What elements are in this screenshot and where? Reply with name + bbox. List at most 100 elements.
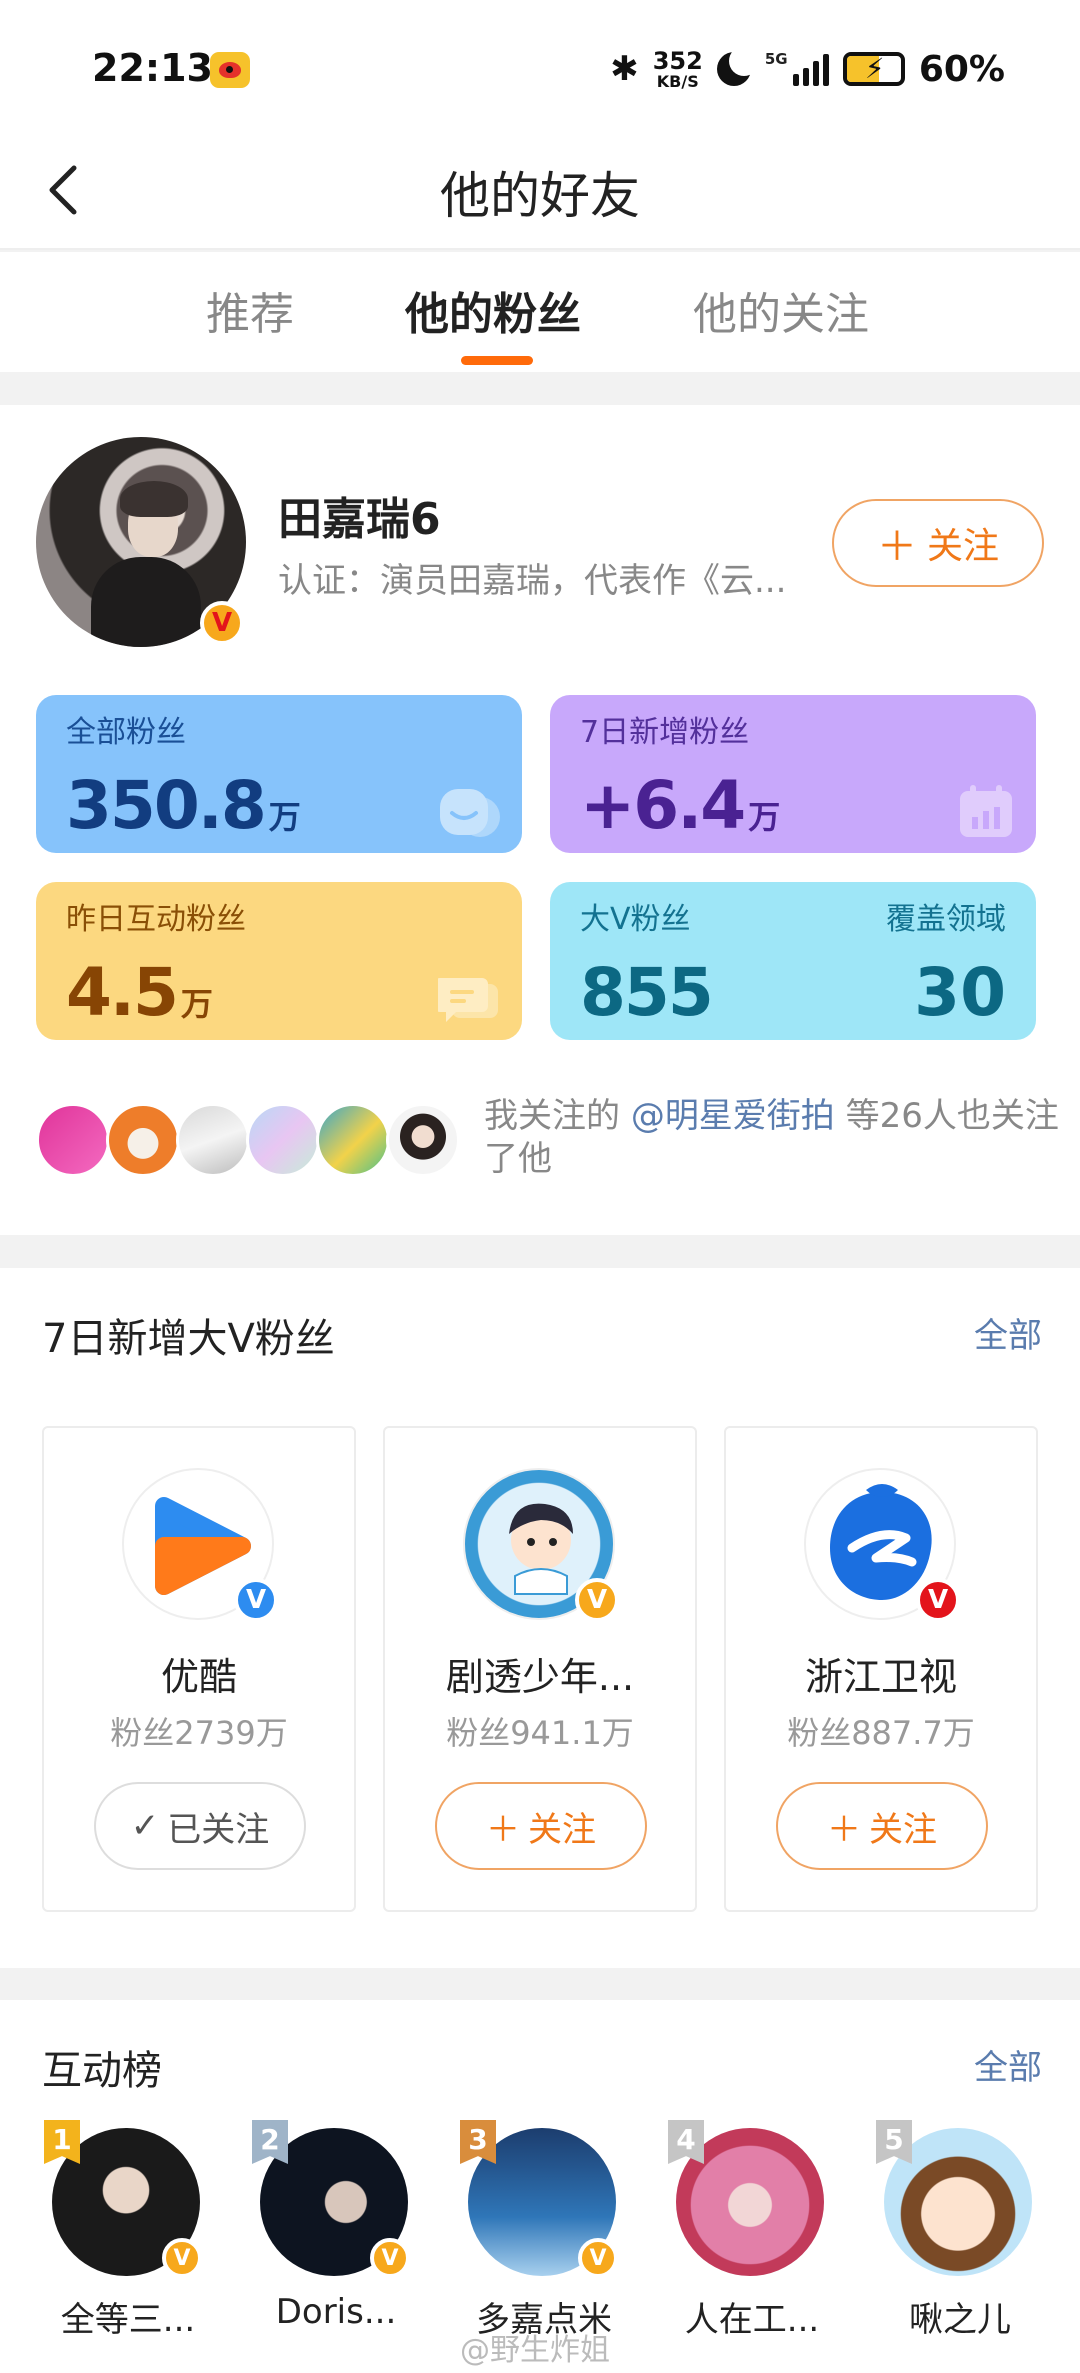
stat-value: 350.8 万: [66, 767, 301, 844]
stat-value-coverage: 30: [914, 954, 1006, 1031]
signal-icon: 5G: [764, 50, 829, 86]
followed-button[interactable]: ✓ 已关注: [94, 1782, 306, 1870]
follow-button[interactable]: ＋ 关注: [435, 1782, 647, 1870]
rank-item[interactable]: 1 V 全等三...: [38, 2120, 218, 2360]
status-indicators: ✱ 352 KB/S 5G ⚡ 60%: [610, 44, 1005, 94]
verified-badge-icon: V: [578, 2238, 618, 2278]
stat-number: 4.5: [66, 954, 179, 1031]
page-title: 他的好友: [440, 167, 640, 225]
bigv-name: 优酷: [160, 1655, 237, 1699]
mention-link[interactable]: @明星爱街拍: [631, 1096, 835, 1136]
avatar: [36, 1103, 110, 1177]
stat-number: +6.4: [580, 767, 746, 844]
bigv-card[interactable]: V 剧透少年... 粉丝941.1万 ＋ 关注: [383, 1426, 697, 1912]
bigv-name: 浙江卫视: [804, 1655, 957, 1699]
tab-recommend[interactable]: 推荐: [206, 278, 294, 342]
rank-item[interactable]: 2 V Doris...: [246, 2120, 426, 2360]
follow-button[interactable]: ＋ 关注: [832, 499, 1044, 587]
stat-value: 4.5 万: [66, 954, 213, 1031]
battery-icon: ⚡: [842, 52, 905, 86]
watermark: @野生炸姐: [460, 2333, 610, 2368]
smile-chat-icon: [440, 789, 500, 837]
plus-icon: ＋: [486, 1809, 520, 1850]
section-title: 7日新增大V粉丝: [42, 1316, 335, 1362]
active-tab-indicator: [461, 356, 533, 365]
calendar-chart-icon: [960, 785, 1012, 837]
follow-button[interactable]: ＋ 关注: [776, 1782, 988, 1870]
profile-name[interactable]: 田嘉瑞6: [278, 483, 441, 547]
stat-new-fans-7d[interactable]: 7日新增粉丝 +6.4 万: [550, 695, 1036, 853]
rank-name: 全等三...: [60, 2300, 196, 2340]
weibo-notification-icon: [210, 52, 250, 88]
avatar: [176, 1103, 250, 1177]
rank-badge: 1: [44, 2120, 80, 2164]
new-bigv-fans-section: 7日新增大V粉丝 全部 V 优酷 粉丝2739万 ✓ 已关注 V 剧透少年...: [0, 1268, 1080, 1968]
stat-number: 350.8: [66, 767, 267, 844]
status-time: 22:13: [92, 46, 213, 90]
stat-label: 大V粉丝: [580, 902, 691, 937]
plus-icon: ＋: [827, 1809, 861, 1850]
stat-yesterday-interactive-fans[interactable]: 昨日互动粉丝 4.5 万: [36, 882, 522, 1040]
stat-bigv-fans[interactable]: 大V粉丝 855 覆盖领域 30: [550, 882, 1036, 1040]
stat-unit: 万: [180, 985, 213, 1023]
rank-item[interactable]: 5 啾之儿: [870, 2120, 1050, 2360]
verified-badge-icon: V: [370, 2238, 410, 2278]
stat-all-fans[interactable]: 全部粉丝 350.8 万: [36, 695, 522, 853]
stat-unit: 万: [748, 798, 781, 836]
mutual-followers-text: 我关注的 @明星爱街拍 等26人也关注了他: [484, 1095, 1064, 1181]
rank-item[interactable]: 4 人在工...: [662, 2120, 842, 2360]
battery-percent: 60%: [918, 48, 1005, 90]
bluetooth-icon: ✱: [610, 49, 639, 89]
rank-badge: 3: [460, 2120, 496, 2164]
tab-his-following[interactable]: 他的关注: [693, 278, 869, 342]
rank-name: 人在工...: [684, 2300, 820, 2340]
avatar: [316, 1103, 390, 1177]
rank-name: Doris...: [275, 2292, 397, 2332]
verified-badge-icon: V: [200, 601, 244, 645]
avatar: [246, 1103, 320, 1177]
rank-badge: 5: [876, 2120, 912, 2164]
tab-bar: 推荐 他的粉丝 他的关注: [0, 252, 1080, 372]
mutual-followers[interactable]: 我关注的 @明星爱街拍 等26人也关注了他: [36, 1093, 1059, 1193]
verified-badge-icon: V: [234, 1578, 278, 1622]
verified-badge-icon: V: [575, 1578, 619, 1622]
checkmark-icon: ✓: [130, 1806, 160, 1846]
status-bar: 22:13 ✱ 352 KB/S 5G ⚡ 60%: [0, 0, 1080, 130]
view-all-link[interactable]: 全部: [974, 2040, 1042, 2089]
follow-button-label: 关注: [926, 526, 999, 567]
do-not-disturb-icon: [716, 46, 759, 86]
view-all-link[interactable]: 全部: [974, 1308, 1042, 1357]
stat-label: 7日新增粉丝: [580, 715, 750, 750]
rank-item[interactable]: 3 V 多嘉点米: [454, 2120, 634, 2360]
message-bubble-icon: [438, 978, 498, 1022]
bigv-fan-count: 粉丝941.1万: [446, 1714, 634, 1752]
bigv-card[interactable]: V 优酷 粉丝2739万 ✓ 已关注: [42, 1426, 356, 1912]
interaction-rank-section: 互动榜 全部 1 V 全等三... 2 V Doris... 3 V 多嘉点米 …: [0, 2000, 1080, 2373]
plus-icon: ＋: [876, 524, 917, 570]
bigv-fan-count: 粉丝2739万: [110, 1714, 288, 1752]
stat-label: 全部粉丝: [66, 715, 186, 750]
profile-certification: 认证：演员田嘉瑞，代表作《云...: [278, 561, 787, 601]
followed-button-label: 已关注: [167, 1809, 270, 1850]
stat-label: 昨日互动粉丝: [66, 902, 246, 937]
network-type: 5G: [764, 50, 788, 68]
mutual-prefix: 我关注的: [484, 1096, 631, 1136]
follow-button-label: 关注: [869, 1809, 937, 1850]
stat-unit: 万: [268, 798, 301, 836]
tab-his-fans[interactable]: 他的粉丝: [405, 278, 581, 342]
network-speed: 352 KB/S: [653, 49, 703, 90]
bigv-name: 剧透少年...: [445, 1655, 635, 1699]
bigv-fan-count: 粉丝887.7万: [787, 1714, 975, 1752]
rank-name: 啾之儿: [909, 2300, 1011, 2340]
network-speed-unit: KB/S: [656, 71, 699, 91]
verified-badge-icon: V: [916, 1578, 960, 1622]
network-speed-value: 352: [652, 46, 703, 75]
bigv-card[interactable]: V 浙江卫视 粉丝887.7万 ＋ 关注: [724, 1426, 1038, 1912]
stat-label-coverage: 覆盖领域: [886, 902, 1006, 937]
nav-header: 他的好友: [0, 130, 1080, 250]
section-title: 互动榜: [42, 2048, 162, 2094]
profile-card: V 田嘉瑞6 认证：演员田嘉瑞，代表作《云... ＋ 关注 全部粉丝 350.8…: [0, 405, 1080, 1235]
stat-value: +6.4 万: [580, 767, 780, 844]
follow-button-label: 关注: [528, 1809, 596, 1850]
avatar: [106, 1103, 180, 1177]
